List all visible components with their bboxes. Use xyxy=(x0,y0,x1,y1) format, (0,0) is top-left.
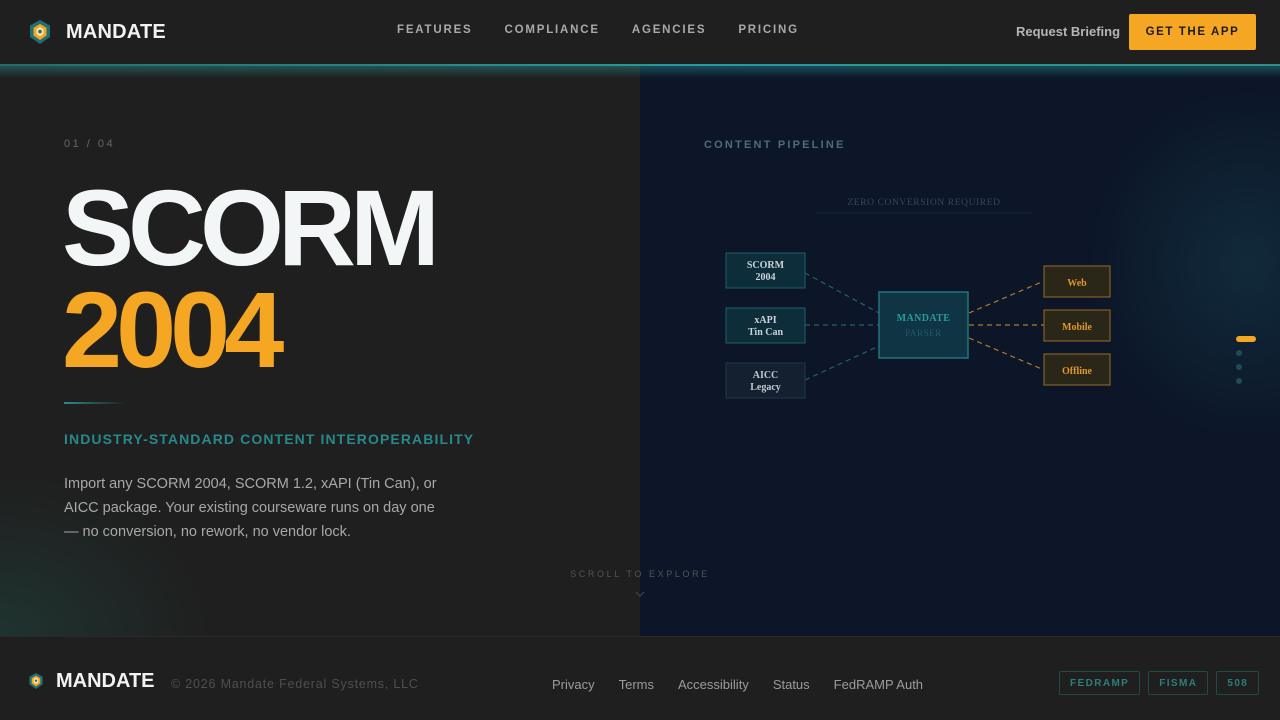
content-pipeline-diagram: ZERO CONVERSION REQUIRED SCORM 2004 xAPI… xyxy=(725,198,1111,399)
get-the-app-button[interactable]: GET THE APP xyxy=(1129,14,1256,50)
nav-link-features[interactable]: FEATURES xyxy=(397,24,473,36)
footer-links: Privacy Terms Accessibility Status FedRA… xyxy=(552,677,923,692)
pipeline-banner: ZERO CONVERSION REQUIRED xyxy=(847,198,1000,208)
slide-dot-4[interactable] xyxy=(1236,378,1242,384)
footer-brand[interactable]: MANDATE xyxy=(28,669,155,692)
title-underline xyxy=(64,402,126,404)
input-node-aicc: AICC Legacy xyxy=(725,362,806,399)
output-node-label: Mobile xyxy=(1062,322,1093,333)
output-connectors xyxy=(968,280,1045,371)
slide-counter: 01 / 04 xyxy=(64,138,116,150)
nav-link-pricing[interactable]: PRICING xyxy=(738,24,799,36)
footer-link-terms[interactable]: Terms xyxy=(619,677,654,692)
input-node-scorm: SCORM 2004 xyxy=(725,252,806,289)
output-node-label: Offline xyxy=(1062,366,1093,377)
slide-dot-3[interactable] xyxy=(1236,364,1242,370)
badge-fedramp: FEDRAMP xyxy=(1059,671,1141,695)
badge-508: 508 xyxy=(1216,671,1260,695)
header-glow xyxy=(0,64,1280,78)
hub-label: MANDATE xyxy=(897,313,951,324)
mandate-shield-icon xyxy=(29,673,43,689)
hero-visual-panel: CONTENT PIPELINE ZERO CONVERSION REQUIRE… xyxy=(640,64,1280,636)
input-node-label: AICC xyxy=(753,370,779,381)
hero-description: Import any SCORM 2004, SCORM 1.2, xAPI (… xyxy=(64,476,437,540)
main-nav: FEATURES COMPLIANCE AGENCIES PRICING xyxy=(397,24,799,36)
input-node-sublabel: Tin Can xyxy=(748,327,784,338)
footer-link-privacy[interactable]: Privacy xyxy=(552,677,595,692)
request-briefing-link[interactable]: Request Briefing xyxy=(1016,24,1120,39)
output-node-mobile: Mobile xyxy=(1043,309,1111,342)
input-connectors xyxy=(804,272,880,381)
output-node-offline: Offline xyxy=(1043,353,1111,386)
input-node-label: SCORM xyxy=(747,260,785,271)
output-node-web: Web xyxy=(1043,265,1111,298)
slide-dot-2[interactable] xyxy=(1236,350,1242,356)
compliance-badges: FEDRAMP FISMA 508 xyxy=(1059,671,1260,695)
chevron-down-icon[interactable] xyxy=(634,588,646,600)
brand-logo-link[interactable]: MANDATE xyxy=(28,18,166,46)
hero-title-line1: SCORM xyxy=(62,167,440,288)
mandate-shield-icon xyxy=(30,20,50,44)
slide-pagination xyxy=(1236,336,1256,388)
site-header: MANDATE FEATURES COMPLIANCE AGENCIES PRI… xyxy=(0,0,1280,64)
brand-name: MANDATE xyxy=(66,20,166,43)
footer-link-fedramp-auth[interactable]: FedRAMP Auth xyxy=(834,677,923,692)
scroll-hint: SCROLL TO EXPLORE xyxy=(570,569,710,579)
input-node-sublabel: 2004 xyxy=(756,272,776,283)
slide-dot-1-active[interactable] xyxy=(1236,336,1256,342)
footer-copyright: © 2026 Mandate Federal Systems, LLC xyxy=(171,677,419,691)
footer-brand-name: MANDATE xyxy=(56,669,155,692)
parser-hub-node: MANDATE PARSER xyxy=(878,291,969,359)
hero-title-line2: 2004 xyxy=(62,269,284,390)
nav-link-compliance[interactable]: COMPLIANCE xyxy=(505,24,600,36)
hero-subtitle: INDUSTRY-STANDARD CONTENT INTEROPERABILI… xyxy=(64,431,475,447)
footer-link-accessibility[interactable]: Accessibility xyxy=(678,677,749,692)
header-divider xyxy=(0,64,1280,66)
input-node-label: xAPI xyxy=(754,315,776,326)
output-node-label: Web xyxy=(1067,278,1087,289)
hub-sublabel: PARSER xyxy=(905,328,942,338)
footer-link-status[interactable]: Status xyxy=(773,677,810,692)
input-node-sublabel: Legacy xyxy=(750,382,781,393)
hero-text-panel: 01 / 04 SCORM 2004 INDUSTRY-STANDARD CON… xyxy=(0,64,640,636)
nav-link-agencies[interactable]: AGENCIES xyxy=(632,24,706,36)
badge-fisma: FISMA xyxy=(1148,671,1209,695)
input-node-xapi: xAPI Tin Can xyxy=(725,307,806,344)
site-footer: MANDATE © 2026 Mandate Federal Systems, … xyxy=(0,636,1280,720)
